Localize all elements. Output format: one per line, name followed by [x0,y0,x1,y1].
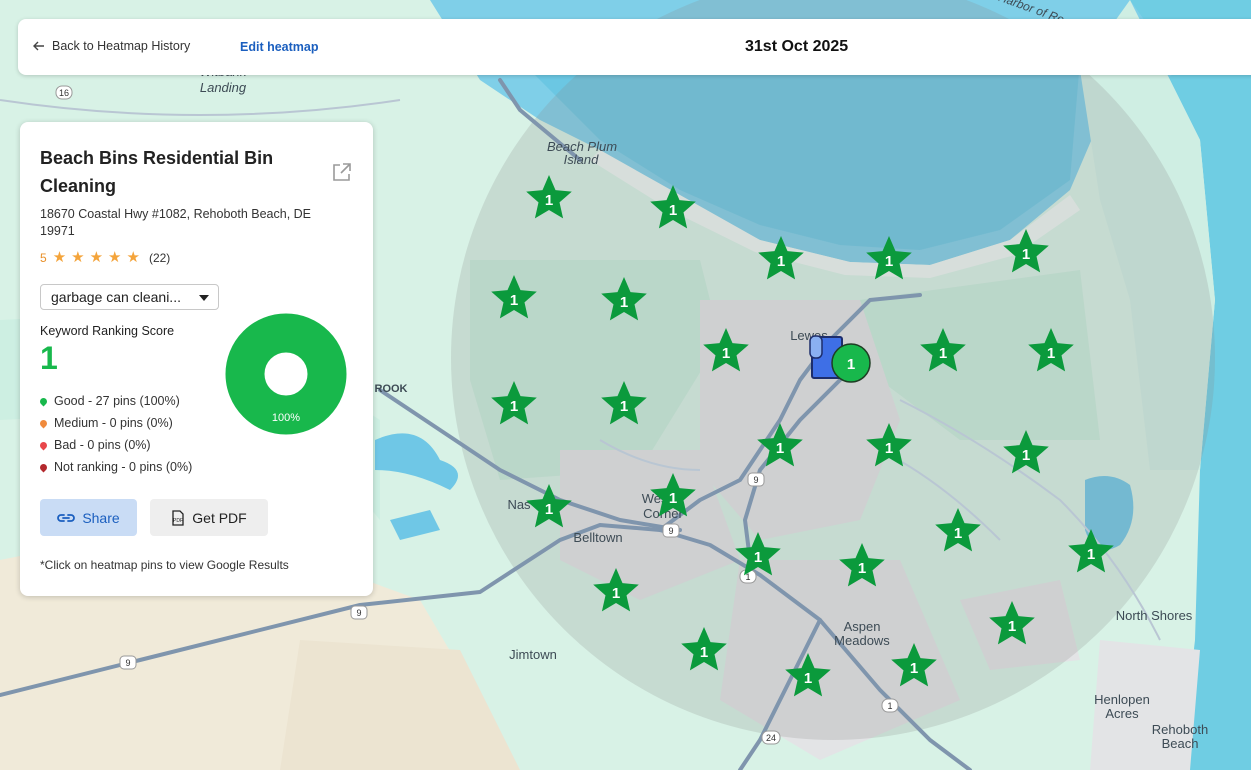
keyword-select[interactable]: garbage can cleani... [40,284,219,310]
star-icon: ★ [71,249,85,266]
pin-rank-label: 1 [885,253,893,270]
pin-rank-label: 1 [669,202,677,219]
pin-rank-label: 1 [910,660,918,677]
rating-row: 5 ★ ★ ★ ★ ★ (22) [40,250,170,265]
pin-rank-label: 1 [620,398,628,415]
business-address: 18670 Coastal Hwy #1082, Rehoboth Beach,… [40,207,312,238]
map-label: Meadows [834,633,890,648]
pin-marker-icon [38,396,49,406]
keyword-selected: garbage can cleani... [51,289,181,305]
pin-rank-label: 1 [510,398,518,415]
star-icon: ★ [108,249,122,266]
legend-item: Medium - 0 pins (0%) [38,412,192,434]
back-label: Back to Heatmap History [52,39,191,53]
pin-rank-label: 1 [847,356,855,373]
svg-text:PDF: PDF [173,518,183,524]
map-label: Belltown [573,530,622,545]
star-icon: ★ [52,249,67,266]
svg-text:1: 1 [887,701,892,711]
pin-rank-label: 1 [954,525,962,542]
rating-value: 5 [40,250,47,265]
legend-text: Bad - 0 pins (0%) [54,438,151,452]
pin-rank-label: 1 [1008,618,1016,635]
map-label: ROOK [375,383,408,395]
pin-rank-label: 1 [510,292,518,309]
pin-rank-label: 1 [612,585,620,602]
pin-rank-label: 1 [545,501,553,518]
pdf-file-icon: PDF [172,509,184,526]
pin-rank-label: 1 [545,192,553,209]
svg-text:9: 9 [668,526,673,536]
edit-heatmap-link[interactable]: Edit heatmap [240,40,319,54]
map-label: Henlopen [1094,692,1150,707]
legend-text: Medium - 0 pins (0%) [54,416,173,430]
pin-rank-label: 1 [754,549,762,566]
results-hint: *Click on heatmap pins to view Google Re… [40,558,289,572]
share-label: Share [82,509,120,526]
share-button[interactable]: Share [40,499,137,536]
star-icon: ★ [126,249,140,266]
heatmap-date: 31st Oct 2025 [745,38,849,55]
legend-text: Not ranking - 0 pins (0%) [54,460,193,474]
score-legend: Good - 27 pins (100%) Medium - 0 pins (0%… [38,390,193,478]
star-icon: ★ [89,249,104,266]
legend-item: Good - 27 pins (100%) [38,390,192,412]
map-label: Rehoboth [1152,722,1208,737]
pin-rank-label: 1 [939,345,947,362]
pin-marker-icon [38,440,49,450]
pin-rank-label: 1 [722,345,730,362]
pin-rank-label: 1 [885,440,893,457]
pin-rank-label: 1 [1022,447,1030,464]
map-label: Beach [1162,736,1199,751]
score-value: 1 [40,340,58,376]
link-icon [57,513,76,522]
arrow-left-icon [33,41,44,51]
map-label: North Shores [1116,608,1193,623]
score-label: Keyword Ranking Score [40,324,175,338]
business-name: Beach Bins Residential Bin Cleaning [40,148,274,196]
map-label: Aspen [844,619,881,634]
pin-rank-label: 1 [804,670,812,687]
pin-rank-label: 1 [1047,345,1055,362]
business-info-panel: Beach Bins Residential Bin Cleaning 1867… [20,122,373,596]
map-label: Island [564,152,599,167]
pin-marker-icon [38,462,49,472]
svg-text:24: 24 [766,733,776,743]
review-count: (22) [148,250,171,265]
top-bar: Back to Heatmap History Edit heatmap 31s… [18,19,1251,75]
donut-percent-label: 100% [272,412,300,424]
pin-rank-label: 1 [776,440,784,457]
map-label: Landing [200,80,247,95]
back-to-history-link[interactable]: Back to Heatmap History [32,39,190,53]
svg-text:9: 9 [125,658,130,668]
pin-rank-label: 1 [1022,246,1030,263]
pin-marker-icon [38,418,49,428]
pdf-label: Get PDF [192,509,247,526]
rating-stars: ★ ★ ★ ★ ★ [53,250,145,265]
svg-text:9: 9 [753,475,758,485]
score-donut-chart: 100% [225,313,347,435]
pin-rank-label: 1 [620,294,628,311]
pin-rank-label: 1 [777,253,785,270]
legend-text: Good - 27 pins (100%) [54,394,180,408]
road-shield-16: 16 [59,88,69,98]
external-link-icon[interactable] [331,161,353,183]
pin-rank-label: 1 [700,644,708,661]
legend-item: Not ranking - 0 pins (0%) [38,456,193,478]
get-pdf-button[interactable]: PDF Get PDF [150,499,268,536]
map-label: Acres [1105,706,1139,721]
map-label: Nas [507,497,531,512]
map-label: Jimtown [509,647,557,662]
chevron-down-icon [199,295,209,301]
svg-text:9: 9 [356,608,361,618]
center-heatmap-pin[interactable]: 1 [831,343,871,383]
donut-good-segment [225,313,347,435]
pin-rank-label: 1 [669,490,677,507]
pin-rank-label: 1 [858,560,866,577]
pin-rank-label: 1 [1087,546,1095,563]
legend-item: Bad - 0 pins (0%) [38,434,192,456]
